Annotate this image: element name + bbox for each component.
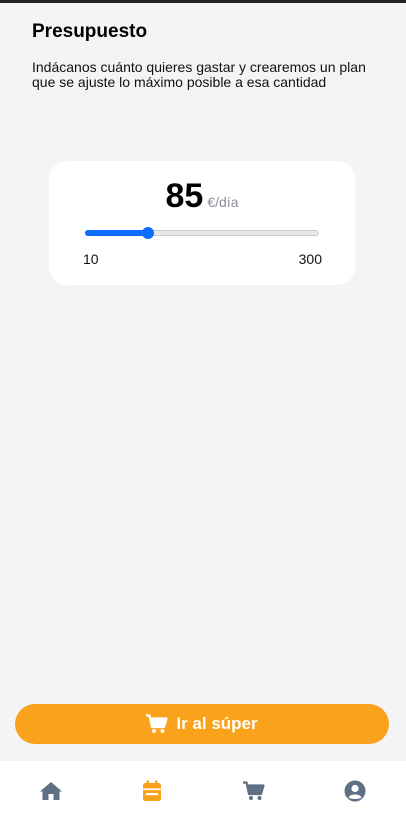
slider-min-label: 10: [83, 251, 99, 267]
slider-range-labels: 10 300: [83, 251, 322, 267]
calendar-icon: [142, 780, 162, 802]
page-header: Presupuesto Indácanos cuánto quieres gas…: [32, 20, 386, 90]
slider-max-label: 300: [299, 251, 322, 267]
slider-fill: [85, 230, 148, 236]
nav-item-calendar[interactable]: [102, 761, 204, 821]
nav-item-profile[interactable]: [305, 761, 406, 821]
home-icon: [39, 781, 63, 801]
cart-icon: [146, 714, 168, 734]
page-subtitle: Indácanos cuánto quieres gastar y creare…: [32, 60, 386, 90]
user-icon: [344, 780, 366, 802]
nav-item-home[interactable]: [0, 761, 102, 821]
slider-thumb[interactable]: [142, 227, 154, 239]
bottom-nav: [0, 761, 406, 821]
cart-icon: [243, 781, 265, 801]
nav-item-cart[interactable]: [203, 761, 305, 821]
budget-card: 85€/día 10 300: [49, 161, 355, 285]
go-to-supermarket-button[interactable]: Ir al súper: [15, 704, 389, 744]
go-to-supermarket-label: Ir al súper: [176, 714, 257, 734]
budget-slider[interactable]: [85, 229, 319, 237]
budget-unit: €/día: [207, 194, 238, 210]
budget-amount: 85: [166, 177, 204, 215]
budget-amount-row: 85€/día: [49, 177, 355, 216]
page-title: Presupuesto: [32, 20, 386, 44]
